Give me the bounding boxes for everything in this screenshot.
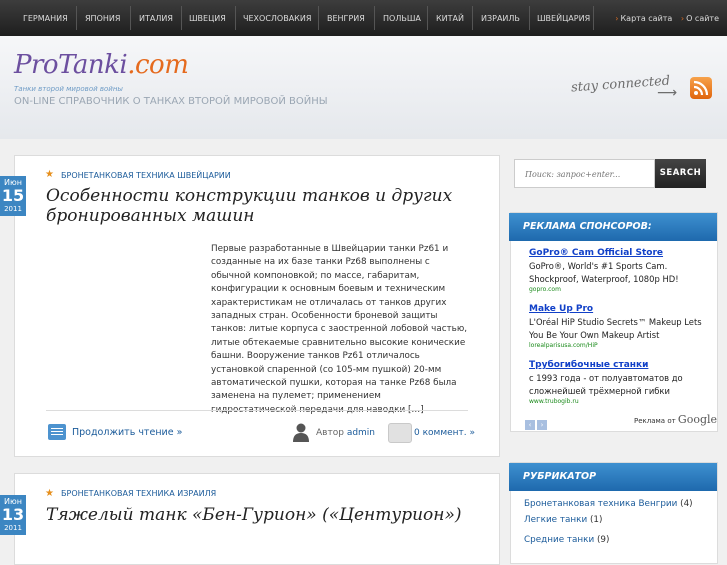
read-more-link[interactable]: Продолжить чтение » xyxy=(72,427,182,438)
nav-separator xyxy=(318,6,319,30)
post-author: Автор admin xyxy=(316,428,375,438)
nav-separator xyxy=(76,6,77,30)
post-excerpt: Первые разработанные в Швейцарии танки P… xyxy=(211,244,468,415)
post-category-link[interactable]: БРОНЕТАНКОВАЯ ТЕХНИКА ИЗРАИЛЯ xyxy=(61,489,216,498)
category-item: Бронетанковая техника Венгрии (4) xyxy=(524,499,693,509)
ad-pager: ‹ › xyxy=(525,412,549,431)
sponsors-widget: РЕКЛАМА СПОНСОРОВ: GoPro® Cam Official S… xyxy=(509,212,718,432)
post-title-line: Особенности конструкции танков и других xyxy=(46,186,453,206)
author-label: Автор xyxy=(316,428,344,438)
comment-icon xyxy=(388,423,412,443)
search-button[interactable]: SEARCH xyxy=(655,159,706,188)
nav-sweden[interactable]: ШВЕЦИЯ xyxy=(189,0,226,36)
post-date-badge: Июн 13 2011 xyxy=(0,495,26,535)
ad-body: GoPro®, World's #1 Sports Cam. Shockproo… xyxy=(529,261,679,284)
ads-by-google[interactable]: Реклама от Google xyxy=(634,413,717,426)
category-link[interactable]: Легкие танки xyxy=(524,515,587,525)
author-link[interactable]: admin xyxy=(347,428,375,438)
sitemap-link[interactable]: Карта сайта xyxy=(621,14,673,23)
post-title-line: бронированных машин xyxy=(46,206,255,226)
nav-israel[interactable]: ИЗРАИЛЬ xyxy=(481,0,520,36)
nav-italy[interactable]: ИТАЛИЯ xyxy=(139,0,173,36)
rubricator-widget: РУБРИКАТОР xyxy=(509,462,718,564)
top-links: › Карта сайта › О сайте xyxy=(615,0,719,36)
ads-by-label: Реклама от xyxy=(634,417,676,425)
chevron-right-icon[interactable]: › xyxy=(537,420,547,430)
user-icon xyxy=(293,423,309,442)
ad-title[interactable]: GoPro® Cam Official Store xyxy=(529,248,709,258)
nav-hungary[interactable]: ВЕНГРИЯ xyxy=(327,0,365,36)
search-box xyxy=(514,159,657,188)
nav-separator xyxy=(472,6,473,30)
nav-japan[interactable]: ЯПОНИЯ xyxy=(85,0,120,36)
chevron-left-icon[interactable]: ‹ xyxy=(525,420,535,430)
category-count: (9) xyxy=(597,535,610,545)
ad-body: L'Oréal HiP Studio Secrets™ Makeup Lets … xyxy=(529,317,702,340)
search-input[interactable] xyxy=(523,161,657,188)
category-link[interactable]: Средние танки xyxy=(524,535,594,545)
ad-body: с 1993 года - от полуавтоматов до сложне… xyxy=(529,373,683,396)
category-count: (4) xyxy=(680,499,693,509)
ad-url[interactable]: www.trubogib.ru xyxy=(529,398,709,405)
star-icon: ★ xyxy=(45,169,54,180)
google-logo: Google xyxy=(677,413,718,426)
post-date-year: 2011 xyxy=(4,205,22,213)
logo-tld: .com xyxy=(127,50,189,80)
nav-switzerland[interactable]: ШВЕЙЦАРИЯ xyxy=(537,0,590,36)
category-count: (1) xyxy=(589,515,603,525)
nav-germany[interactable]: ГЕРМАНИЯ xyxy=(23,0,68,36)
ad-item[interactable]: Make Up Pro L'Oréal HiP Studio Secrets™ … xyxy=(529,304,709,349)
arrow-right-icon: › xyxy=(615,14,619,23)
nav-czechoslovakia[interactable]: ЧЕХОСЛОВАКИЯ xyxy=(243,0,311,36)
nav-separator xyxy=(593,6,594,30)
ad-title[interactable]: Трубогибочные станки xyxy=(529,360,709,370)
nav-separator xyxy=(427,6,428,30)
post-date-day: 13 xyxy=(1,505,25,524)
ad-url[interactable]: gopro.com xyxy=(529,286,709,293)
rss-icon[interactable] xyxy=(690,77,712,99)
ad-item[interactable]: Трубогибочные станки с 1993 года - от по… xyxy=(529,360,709,405)
logo-subtitle: Танки второй мировой войны xyxy=(14,85,123,93)
arrow-right-icon: ⟶ xyxy=(657,85,678,101)
sponsors-title: РЕКЛАМА СПОНСОРОВ: xyxy=(509,213,717,241)
nav-poland[interactable]: ПОЛЬША xyxy=(383,0,421,36)
post-date-badge: Июн 15 2011 xyxy=(0,176,26,216)
about-link[interactable]: О сайте xyxy=(686,14,719,23)
document-icon xyxy=(48,424,66,440)
logo-name: ProTanki xyxy=(14,50,128,80)
ad-item[interactable]: GoPro® Cam Official Store GoPro®, World'… xyxy=(529,248,709,293)
arrow-right-icon: › xyxy=(680,14,685,23)
rubricator-title: РУБРИКАТОР xyxy=(509,463,717,491)
ad-title[interactable]: Make Up Pro xyxy=(529,304,709,314)
nav-separator xyxy=(130,6,131,30)
nav-separator xyxy=(235,6,236,30)
nav-separator xyxy=(529,6,530,30)
nav-separator xyxy=(181,6,182,30)
comments-link[interactable]: 0 коммент. » xyxy=(414,428,475,438)
site-tagline: ON-LINE СПРАВОЧНИК О ТАНКАХ ВТОРОЙ МИРОВ… xyxy=(14,96,328,107)
post-date-year: 2011 xyxy=(4,524,22,532)
post-title[interactable]: Особенности конструкции танков и других … xyxy=(46,186,486,226)
post-category-link[interactable]: БРОНЕТАНКОВАЯ ТЕХНИКА ШВЕЙЦАРИИ xyxy=(61,171,231,180)
nav-separator xyxy=(374,6,375,30)
nav-china[interactable]: КИТАЙ xyxy=(436,0,464,36)
post-date-day: 15 xyxy=(1,186,25,205)
post-title[interactable]: Тяжелый танк «Бен-Гурион» («Центурион») xyxy=(46,505,486,525)
post-divider xyxy=(46,410,468,411)
category-item: Легкие танки (1) xyxy=(524,515,602,525)
site-logo[interactable]: ProTanki.com xyxy=(14,50,189,80)
category-item: Средние танки (9) xyxy=(524,535,609,545)
star-icon: ★ xyxy=(45,488,54,499)
top-navigation: ГЕРМАНИЯ ЯПОНИЯ ИТАЛИЯ ШВЕЦИЯ ЧЕХОСЛОВАК… xyxy=(0,0,727,36)
category-link[interactable]: Бронетанковая техника Венгрии xyxy=(524,499,677,509)
ad-url[interactable]: lorealparisusa.com/HiP xyxy=(529,342,709,349)
